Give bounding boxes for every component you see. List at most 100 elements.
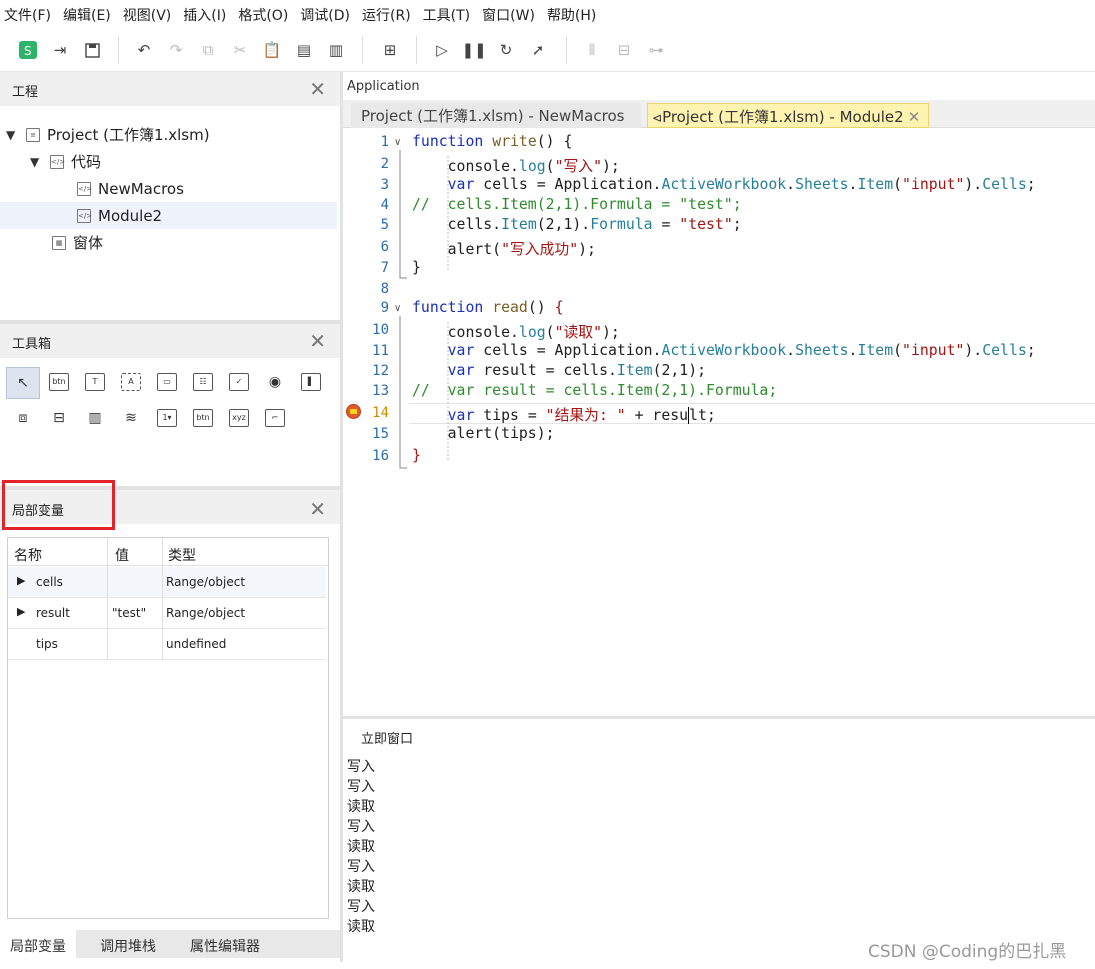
line-number: 16 [372,448,389,464]
uncomment-icon[interactable]: ▥ [324,38,348,62]
radio-tool-icon[interactable]: ◉ [262,369,288,395]
tree-item-forms[interactable]: ▦ 窗体 [0,229,337,256]
menu-run[interactable]: 运行(R) [358,5,419,25]
column-header-name[interactable]: 名称 [14,545,42,565]
toolbar: S ⇥ ↶ ↷ ⧉ ✂ 📋 ▤ ▥ ⊞ ▷ ❚❚ ↻ ➚ ⫴ ⊟ ⊶ [0,30,1095,72]
expand-icon[interactable]: ▶ [17,605,25,618]
output-line: 读取 [347,919,375,935]
tree-item-module2[interactable]: </> Module2 [0,202,337,229]
comment-icon[interactable]: ▤ [292,38,316,62]
export-icon[interactable]: ⇥ [48,38,72,62]
close-icon[interactable]: ✕ [309,329,326,353]
line-number: 3 [380,177,389,193]
cell-name: cells [36,575,63,589]
line-number: 9 [380,300,389,316]
table-row[interactable]: ▶ result "test" Range/object [8,598,326,629]
folder-icon: </> [50,154,65,169]
reset-icon[interactable]: ↻ [494,38,518,62]
module-icon: </> [77,181,92,196]
menu-format[interactable]: 格式(O) [234,5,296,25]
spin-tool-icon[interactable]: ⊟ [46,405,72,431]
tree-item-label: 窗体 [73,234,104,252]
line-number: 1 [380,134,389,150]
tab-property-editor[interactable]: 属性编辑器 [180,930,270,958]
paste-icon[interactable]: 📋 [260,38,284,62]
menu-tools[interactable]: 工具(T) [419,5,478,25]
breakpoint-arrow-icon[interactable] [346,404,361,419]
multipage-tool-icon[interactable]: ≋ [118,405,144,431]
code-line: var cells = Application.ActiveWorkbook.S… [447,342,1036,359]
code-line: alert(tips); [412,425,555,442]
align-center-icon[interactable]: ⊟ [612,38,636,62]
expand-icon[interactable]: ▶ [17,574,25,587]
object-selector[interactable]: Application [347,79,420,94]
tree-item-newmacros[interactable]: </> NewMacros [0,175,337,202]
menu-insert[interactable]: 插入(I) [179,5,234,25]
run-icon[interactable]: ▷ [430,38,454,62]
distribute-icon[interactable]: ⊶ [644,38,668,62]
checkbox-tool-icon[interactable]: ✓ [226,369,252,395]
toggle-tool-icon[interactable]: ▌ [298,369,324,395]
step-icon[interactable]: ➚ [526,38,550,62]
table-row[interactable]: ▶ cells Range/object [8,567,326,598]
button-tool-icon[interactable]: btn [46,369,72,395]
textbox-tool-icon[interactable]: T [82,369,108,395]
pointer-tool-icon[interactable]: ↖ [6,367,40,399]
close-icon[interactable]: ✕ [309,497,326,521]
align-left-icon[interactable]: ⫴ [580,38,604,62]
close-icon[interactable]: ✕ [309,77,326,101]
refedit-tool-icon[interactable]: xyz [226,405,252,431]
image-tool-icon[interactable]: ▥ [82,405,108,431]
frame-tool-icon[interactable]: ▭ [154,369,180,395]
toolbox-panel-title: 工具箱 [12,337,52,352]
output-line: 写入 [347,819,375,835]
line-number: 12 [372,363,389,379]
copy-icon[interactable]: ⧉ [196,38,220,62]
tab-newmacros[interactable]: Project (工作簿1.xlsm) - NewMacros [351,103,641,128]
splitter[interactable] [343,716,1095,719]
line-number: 15 [372,426,389,442]
tree-item-project[interactable]: ▼ ≡ Project (工作簿1.xlsm) [0,121,337,148]
form-icon: ▦ [52,235,66,250]
fold-icon[interactable]: ∨ [394,137,401,148]
design-mode-icon[interactable]: ⊞ [378,38,402,62]
save-icon[interactable] [80,38,104,62]
pause-icon[interactable]: ❚❚ [461,38,486,62]
tabstrip-tool-icon[interactable]: 1▾ [154,405,180,431]
toolbox-panel-header: 工具箱 ✕ [0,324,340,358]
line-number: 7 [380,260,389,276]
tree-item-code[interactable]: ▼ </> 代码 [0,148,337,175]
listbox-tool-icon[interactable]: ☷ [190,369,216,395]
watermark: CSDN @Coding的巴扎黑 [868,942,1067,962]
menu-view[interactable]: 视图(V) [119,5,180,25]
label-tool-icon[interactable]: A [118,369,144,395]
menu-help[interactable]: 帮助(H) [543,5,604,25]
tab-tool-icon[interactable]: ⌐ [262,405,288,431]
cut-icon[interactable]: ✂ [228,38,252,62]
column-divider [107,538,108,659]
wps-logo-icon[interactable]: S [16,38,40,62]
close-icon[interactable]: ✕ [908,108,921,126]
code-line: function write() { [412,133,573,150]
caret-down-icon[interactable]: ▼ [6,128,18,142]
menu-window[interactable]: 窗口(W) [478,5,543,25]
toolbar-separator [118,36,119,64]
column-header-value[interactable]: 值 [115,545,129,565]
table-row[interactable]: tips undefined [8,629,326,660]
redo-icon[interactable]: ↷ [164,38,188,62]
tree-item-label: 代码 [71,153,102,171]
column-header-type[interactable]: 类型 [168,545,196,565]
tab-call-stack[interactable]: 调用堆栈 [90,930,166,958]
fold-icon[interactable]: ∨ [394,303,401,314]
combobox-tool-icon[interactable]: btn [190,405,216,431]
tab-module2[interactable]: ⊲Project (工作簿1.xlsm) - Module2 ✕ [647,103,929,128]
undo-icon[interactable]: ↶ [132,38,156,62]
menu-debug[interactable]: 调试(D) [296,5,358,25]
menu-edit[interactable]: 编辑(E) [59,5,119,25]
scrollbar-tool-icon[interactable]: ⧈ [10,405,36,431]
menubar: 文件(F) 编辑(E) 视图(V) 插入(I) 格式(O) 调试(D) 运行(R… [0,0,1095,30]
menu-file[interactable]: 文件(F) [0,5,59,25]
code-editor[interactable]: 1 ∨ 2 3 4 5 6 7 8 9 ∨ 10 11 12 13 14 15 … [343,130,1095,716]
caret-down-icon[interactable]: ▼ [30,155,42,169]
tab-locals[interactable]: 局部变量 [0,930,76,958]
